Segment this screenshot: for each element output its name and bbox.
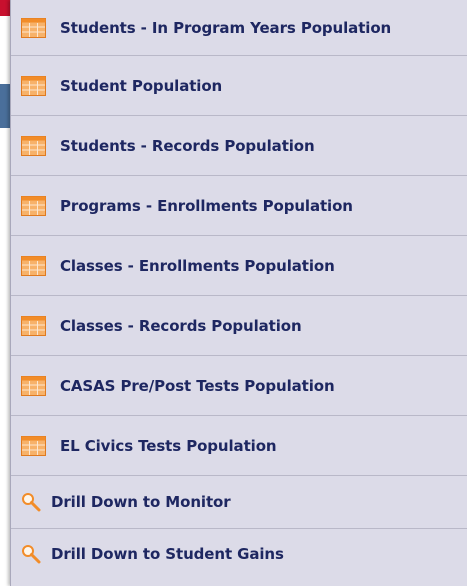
menu-item-el-civics-tests-population[interactable]: EL Civics Tests Population <box>11 416 467 476</box>
menu-item-classes-records-population[interactable]: Classes - Records Population <box>11 296 467 356</box>
menu-item-label: EL Civics Tests Population <box>60 436 277 455</box>
dropdown-menu: Students - In Program Years Population S… <box>10 0 467 586</box>
table-icon <box>21 315 46 336</box>
menu-item-label: Programs - Enrollments Population <box>60 196 353 215</box>
menu-item-label: CASAS Pre/Post Tests Population <box>60 376 335 395</box>
page: Students - In Program Years Population S… <box>0 0 467 586</box>
table-icon <box>21 135 46 156</box>
menu-item-classes-enrollments-population[interactable]: Classes - Enrollments Population <box>11 236 467 296</box>
menu-item-label: Student Population <box>60 76 223 95</box>
menu-item-students-records-population[interactable]: Students - Records Population <box>11 116 467 176</box>
menu-item-label: Drill Down to Student Gains <box>51 545 284 563</box>
menu-item-drill-down-to-monitor[interactable]: Drill Down to Monitor <box>11 476 467 529</box>
table-icon <box>21 75 46 96</box>
search-icon <box>22 545 41 564</box>
table-icon <box>21 435 46 456</box>
menu-item-casas-pre-post-tests-population[interactable]: CASAS Pre/Post Tests Population <box>11 356 467 416</box>
menu-item-students-in-program-years-population[interactable]: Students - In Program Years Population <box>11 0 467 56</box>
table-icon <box>21 255 46 276</box>
menu-item-drill-down-to-student-gains[interactable]: Drill Down to Student Gains <box>11 529 467 579</box>
table-icon <box>21 375 46 396</box>
search-icon <box>22 493 41 512</box>
menu-item-label: Classes - Enrollments Population <box>60 256 335 275</box>
menu-item-label: Classes - Records Population <box>60 316 302 335</box>
menu-item-label: Students - In Program Years Population <box>60 18 392 37</box>
menu-item-label: Students - Records Population <box>60 136 315 155</box>
table-icon <box>21 17 46 38</box>
menu-item-label: Drill Down to Monitor <box>51 493 231 511</box>
menu-item-student-population[interactable]: Student Population <box>11 56 467 116</box>
menu-item-programs-enrollments-population[interactable]: Programs - Enrollments Population <box>11 176 467 236</box>
table-icon <box>21 195 46 216</box>
